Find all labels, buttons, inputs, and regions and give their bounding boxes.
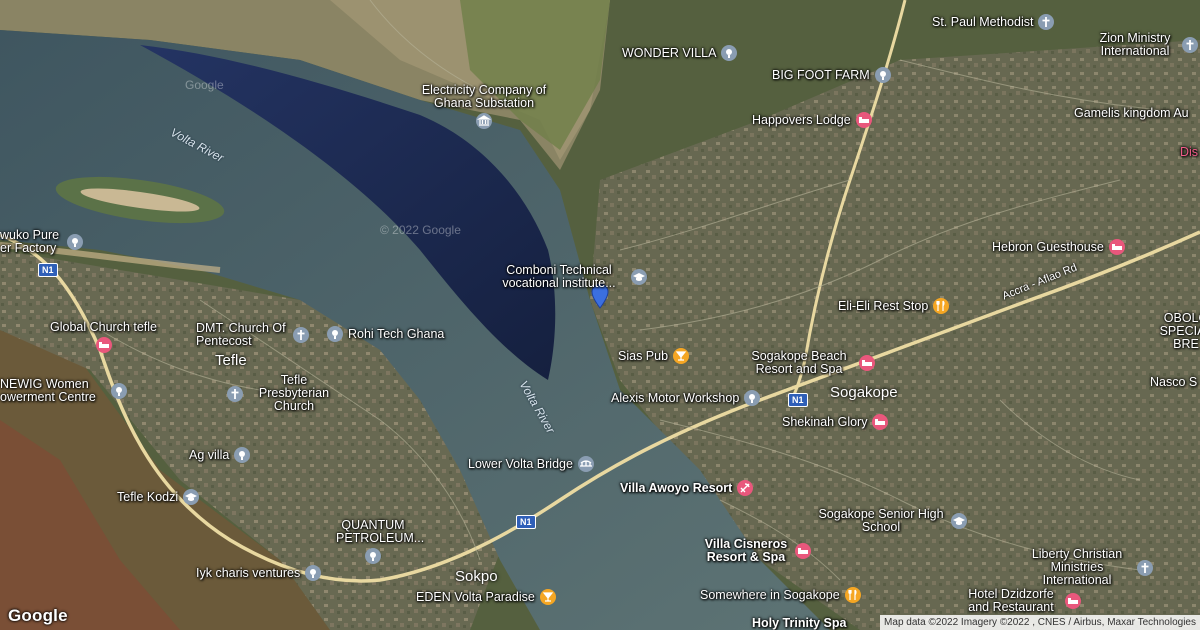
poi-eli-eli-rest-stop[interactable]: Eli-Eli Rest Stop <box>838 297 950 315</box>
place-icon <box>304 564 322 582</box>
poi-iyk-charis-ventures[interactable]: Iyk charis ventures <box>196 564 322 582</box>
poi-ecg-substation[interactable]: Electricity Company of Ghana Substation <box>418 84 550 130</box>
school-icon <box>950 512 968 530</box>
google-logo: Google <box>8 606 68 625</box>
place-icon <box>66 233 84 251</box>
poi-wonder-villa[interactable]: WONDER VILLA <box>622 44 738 62</box>
google-watermark: Google <box>185 78 224 92</box>
road-shield: N1 <box>788 393 808 407</box>
poi-st-paul-methodist[interactable]: St. Paul Methodist <box>932 13 1055 31</box>
poi-zion-ministry[interactable]: Zion Ministry International <box>1093 32 1199 58</box>
hotel-icon <box>871 413 889 431</box>
place-icon <box>110 382 128 400</box>
poi-liberty-christian-ministries[interactable]: Liberty Christian Ministries Internation… <box>1022 548 1154 587</box>
poi-ag-villa[interactable]: Ag villa <box>189 446 251 464</box>
hotel-icon <box>95 336 113 354</box>
church-icon <box>1136 559 1154 577</box>
poi-sogakope-beach-resort[interactable]: Sogakope Beach Resort and Spa <box>744 350 876 376</box>
town-label-sogakope: Sogakope <box>830 384 898 401</box>
school-icon <box>630 268 648 286</box>
poi-rohi-tech-ghana[interactable]: Rohi Tech Ghana <box>326 325 444 343</box>
poi-dmt-church-of-pentecost[interactable]: DMT. Church Of Pentecost <box>196 322 310 348</box>
place-icon <box>874 66 892 84</box>
church-icon <box>1181 36 1199 54</box>
poi-shekinah-glory[interactable]: Shekinah Glory <box>782 413 889 431</box>
hotel-icon <box>858 354 876 372</box>
road-shield: N1 <box>516 515 536 529</box>
poi-comboni-technical[interactable]: Comboni Technical vocational institute..… <box>492 264 648 290</box>
church-icon <box>226 385 244 403</box>
town-label-tefle: Tefle <box>215 352 247 369</box>
copyright-watermark: © 2022 Google <box>380 223 461 237</box>
hotel-icon <box>794 542 812 560</box>
poi-nasco[interactable]: Nasco S <box>1150 376 1197 389</box>
satellite-map[interactable]: Google © 2022 Google Volta River Volta R… <box>0 0 1200 630</box>
map-imagery <box>0 0 1200 630</box>
poi-wuko-pure-water[interactable]: wuko Pure er Factory <box>0 229 84 255</box>
place-icon <box>720 44 738 62</box>
bridge-icon <box>577 455 595 473</box>
poi-newig-women-centre[interactable]: NEWIG Women owerment Centre <box>0 378 128 404</box>
poi-eden-volta-paradise[interactable]: EDEN Volta Paradise <box>416 588 557 606</box>
place-icon <box>364 547 382 565</box>
poi-lower-volta-bridge[interactable]: Lower Volta Bridge <box>468 455 595 473</box>
hotel-icon <box>855 111 873 129</box>
hotel-icon <box>1064 592 1082 610</box>
poi-villa-cisneros[interactable]: Villa Cisneros Resort & Spa <box>702 538 812 564</box>
poi-dis[interactable]: Dis <box>1180 146 1198 159</box>
school-icon <box>182 488 200 506</box>
bar-icon <box>539 588 557 606</box>
poi-sias-pub[interactable]: Sias Pub <box>618 347 690 365</box>
building-icon <box>475 112 493 130</box>
resort-icon <box>736 479 754 497</box>
town-label-sokpo: Sokpo <box>455 568 498 585</box>
church-icon <box>1037 13 1055 31</box>
place-icon <box>326 325 344 343</box>
place-icon <box>233 446 251 464</box>
poi-alexis-motor-workshop[interactable]: Alexis Motor Workshop <box>611 389 761 407</box>
restaurant-icon <box>932 297 950 315</box>
restaurant-icon <box>844 586 862 604</box>
poi-hebron-guesthouse[interactable]: Hebron Guesthouse <box>992 238 1126 256</box>
poi-happovers-lodge[interactable]: Happovers Lodge <box>752 111 873 129</box>
poi-sogakope-senior-high-school[interactable]: Sogakope Senior High School <box>816 508 968 534</box>
poi-tefle-kodzi[interactable]: Tefle Kodzi <box>117 488 200 506</box>
map-attribution[interactable]: Map data ©2022 Imagery ©2022 , CNES / Ai… <box>880 615 1200 630</box>
poi-villa-awoyo-resort[interactable]: Villa Awoyo Resort <box>620 479 754 497</box>
place-icon <box>743 389 761 407</box>
poi-global-church-tefle[interactable]: Global Church tefle <box>50 321 157 354</box>
poi-obolo-special-bre[interactable]: OBOLO SPECIAL BRE <box>1146 312 1200 351</box>
road-shield: N1 <box>38 263 58 277</box>
poi-quantum-petroleum[interactable]: QUANTUM PETROLEUM... <box>336 519 424 565</box>
poi-holy-trinity-spa[interactable]: Holy Trinity Spa <box>752 617 846 630</box>
poi-gamelis-kingdom[interactable]: Gamelis kingdom Au <box>1074 107 1189 120</box>
hotel-icon <box>1108 238 1126 256</box>
poi-big-foot-farm[interactable]: BIG FOOT FARM <box>772 66 892 84</box>
poi-tefle-presbyterian-church[interactable]: Tefle Presbyterian Church <box>226 374 340 413</box>
poi-hotel-dzidzorfe[interactable]: Hotel Dzidzorfe and Restaurant <box>962 588 1082 614</box>
bar-icon <box>672 347 690 365</box>
church-icon <box>292 326 310 344</box>
poi-somewhere-in-sogakope[interactable]: Somewhere in Sogakope <box>700 586 862 604</box>
